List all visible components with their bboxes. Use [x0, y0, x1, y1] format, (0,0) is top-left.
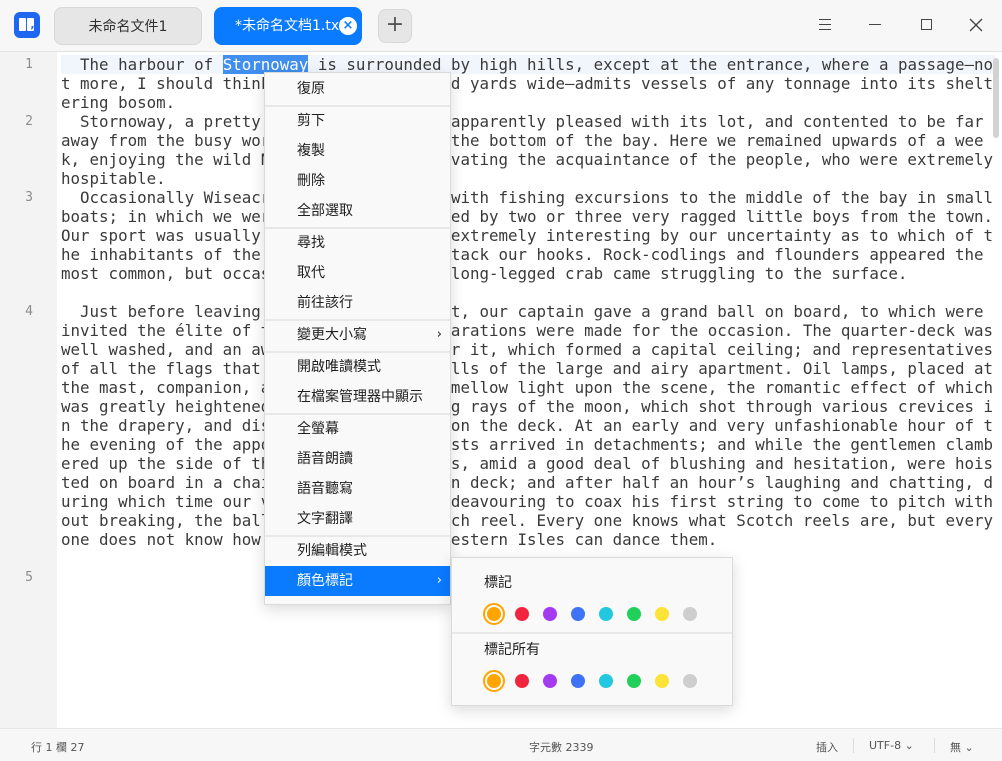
tab-untitled-file-1[interactable]: 未命名文件1: [54, 7, 202, 45]
minimize-icon: [869, 24, 881, 25]
line-number: 2: [25, 114, 33, 129]
line-number: 1: [25, 57, 33, 72]
menu-item-text-to-speech[interactable]: 語音朗讀: [265, 444, 450, 474]
paragraph-3: Occasionally Wiseacre amused ourselves w…: [61, 188, 1002, 283]
chevron-right-icon: ›: [436, 573, 442, 588]
mark-label: 標記: [484, 575, 512, 591]
close-icon: [969, 18, 983, 32]
menu-item-speech-to-text[interactable]: 語音聽寫: [265, 474, 450, 504]
context-menu: 復原 剪下 複製 刪除 全部選取 尋找 取代 前往該行 變更大小寫 › 開啟唯讀模…: [264, 72, 451, 605]
mark-all-label: 標記所有: [484, 642, 540, 658]
menu-item-color-mark[interactable]: 顏色標記 ›: [265, 566, 450, 596]
color-swatch[interactable]: [683, 674, 697, 688]
add-tab-button[interactable]: +: [378, 9, 412, 43]
color-swatch[interactable]: [483, 603, 505, 625]
color-mark-submenu: 標記 標記所有: [451, 557, 733, 706]
app-logo-icon: ”: [14, 12, 40, 38]
minimize-button[interactable]: [860, 10, 890, 40]
menu-item-replace[interactable]: 取代: [265, 258, 450, 288]
menu-item-translate[interactable]: 文字翻譯: [265, 504, 450, 534]
vertical-scrollbar[interactable]: [993, 58, 999, 138]
line-number: 5: [25, 570, 33, 585]
cursor-position: 行 1 欄 27: [31, 741, 85, 754]
paragraph-1: The harbour of Stornoway is surrounded b…: [61, 55, 994, 112]
menu-item-undo[interactable]: 復原: [265, 74, 450, 104]
menu-item-find[interactable]: 尋找: [265, 228, 450, 258]
color-swatch[interactable]: [683, 607, 697, 621]
line-number: 3: [25, 190, 33, 205]
status-separator: [853, 738, 854, 753]
tab-untitled-doc-1[interactable]: *未命名文档1.txt ×: [214, 7, 362, 45]
chevron-down-icon: ⌄: [904, 739, 914, 752]
menu-item-show-in-file-manager[interactable]: 在檔案管理器中顯示: [265, 382, 450, 412]
line-number-gutter: 1 2 3 4 5: [0, 52, 57, 728]
menu-item-read-only[interactable]: 開啟唯讀模式: [265, 352, 450, 382]
tab-close-icon[interactable]: ×: [339, 17, 357, 35]
maximize-icon: [921, 19, 932, 30]
insert-mode[interactable]: 插入: [816, 739, 838, 755]
status-bar: 行 1 欄 27 字元數 2339 插入 UTF-8 ⌄ 無 ⌄: [0, 728, 1002, 761]
chevron-down-icon: ⌄: [964, 741, 974, 754]
color-swatch[interactable]: [599, 607, 613, 621]
color-swatch[interactable]: [627, 607, 641, 621]
color-swatch[interactable]: [655, 607, 669, 621]
status-separator: [934, 738, 935, 753]
highlight-selector[interactable]: 無 ⌄: [950, 739, 974, 755]
color-swatch[interactable]: [571, 674, 585, 688]
tab-title: *未命名文档1.txt: [235, 18, 345, 34]
maximize-button[interactable]: [912, 10, 942, 40]
main-menu-button[interactable]: [810, 10, 840, 40]
menu-separator: [452, 632, 732, 634]
paragraph-2: Stornoway, a pretty considerable town, a…: [61, 112, 1002, 188]
chevron-right-icon: ›: [436, 327, 442, 342]
color-swatch[interactable]: [483, 670, 505, 692]
color-swatch[interactable]: [599, 674, 613, 688]
menu-item-delete[interactable]: 刪除: [265, 166, 450, 196]
menu-item-column-mode[interactable]: 列編輯模式: [265, 536, 450, 566]
menu-item-go-to-line[interactable]: 前往該行: [265, 288, 450, 318]
close-window-button[interactable]: [961, 10, 991, 40]
menu-item-change-case[interactable]: 變更大小寫 ›: [265, 320, 450, 350]
title-bar: ” 未命名文件1 *未命名文档1.txt × +: [0, 0, 1002, 52]
menu-item-fullscreen[interactable]: 全螢幕: [265, 414, 450, 444]
menu-item-cut[interactable]: 剪下: [265, 106, 450, 136]
color-swatch[interactable]: [515, 674, 529, 688]
color-swatch[interactable]: [571, 607, 585, 621]
color-swatch[interactable]: [655, 674, 669, 688]
character-count: 字元數 2339: [529, 741, 594, 754]
encoding-selector[interactable]: UTF-8 ⌄: [869, 739, 914, 752]
color-swatch[interactable]: [543, 607, 557, 621]
line-number: 4: [25, 304, 33, 319]
menu-item-copy[interactable]: 複製: [265, 136, 450, 166]
color-swatch[interactable]: [515, 607, 529, 621]
paragraph-4: Just before leaving this hospitable spot…: [61, 302, 994, 549]
color-swatch[interactable]: [543, 674, 557, 688]
menu-item-select-all[interactable]: 全部選取: [265, 196, 450, 226]
color-swatch[interactable]: [627, 674, 641, 688]
